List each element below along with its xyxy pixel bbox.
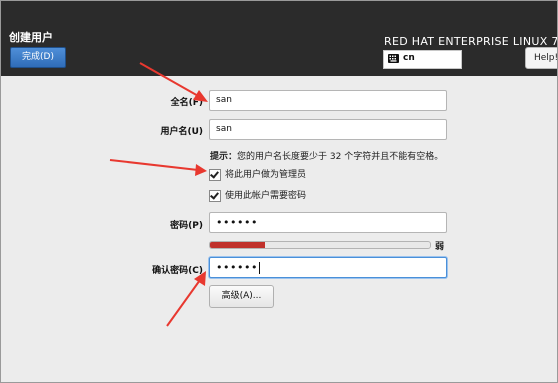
- admin-checkbox-row[interactable]: 将此用户做为管理员: [209, 167, 306, 181]
- confirm-password-value: ••••••: [216, 261, 258, 274]
- create-user-form: 全名(F) san 用户名(U) san 提示：您的用户名长度要少于 32 个字…: [1, 76, 557, 382]
- username-field[interactable]: san: [209, 119, 447, 140]
- keyboard-layout-label: cn: [403, 53, 415, 63]
- admin-checkbox-label: 将此用户做为管理员: [225, 170, 307, 180]
- hint-prefix: 提示：: [210, 152, 238, 162]
- help-button[interactable]: Help!: [525, 47, 557, 69]
- page-title: 创建用户: [9, 31, 53, 44]
- username-label: 用户名(U): [160, 127, 203, 137]
- password-label: 密码(P): [170, 221, 203, 231]
- password-strength-fill: [210, 242, 265, 248]
- installer-window: 创建用户 完成(D) RED HAT ENTERPRISE LINUX 7.2 …: [0, 0, 558, 383]
- header-bar: 创建用户 完成(D) RED HAT ENTERPRISE LINUX 7.2 …: [1, 1, 557, 76]
- confirm-password-label: 确认密码(C): [152, 266, 203, 276]
- require-password-label: 使用此帐户需要密码: [225, 191, 307, 201]
- done-button[interactable]: 完成(D): [10, 47, 66, 68]
- password-strength-label: 弱: [435, 242, 445, 252]
- username-hint: 提示：您的用户名长度要少于 32 个字符并且不能有空格。: [210, 149, 443, 162]
- keyboard-layout-indicator[interactable]: cn: [383, 50, 462, 69]
- advanced-button[interactable]: 高级(A)...: [209, 285, 274, 308]
- password-field[interactable]: ••••••: [209, 212, 447, 233]
- hint-text: 您的用户名长度要少于 32 个字符并且不能有空格。: [237, 152, 444, 162]
- keyboard-icon: [388, 54, 399, 63]
- full-name-field[interactable]: san: [209, 90, 447, 111]
- text-caret: [258, 262, 260, 274]
- full-name-label: 全名(F): [170, 98, 203, 108]
- password-strength-bar: [209, 241, 431, 249]
- admin-checkbox[interactable]: [209, 168, 221, 181]
- confirm-password-field[interactable]: ••••••: [209, 257, 447, 278]
- require-password-checkbox[interactable]: [209, 189, 221, 202]
- require-password-checkbox-row[interactable]: 使用此帐户需要密码: [209, 188, 306, 202]
